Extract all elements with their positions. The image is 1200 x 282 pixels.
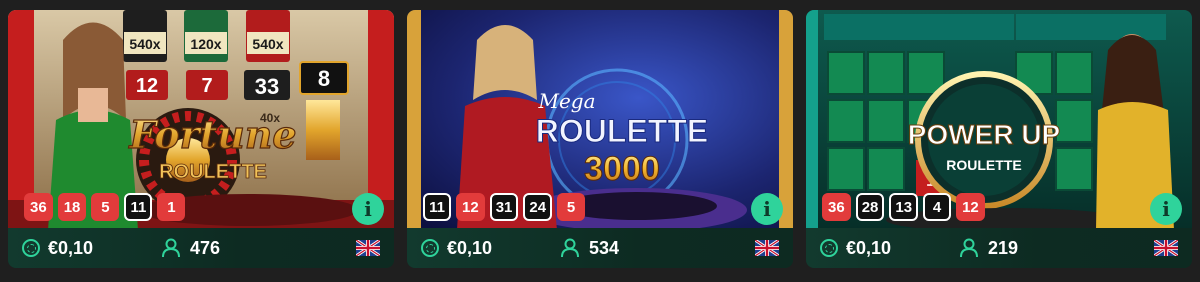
info-icon[interactable]: i [1150, 193, 1182, 225]
user-icon [561, 238, 579, 258]
uk-flag-icon [755, 240, 779, 256]
recent-results: 36 28 13 4 12 [822, 193, 985, 221]
game-card-mega-roulette-3000[interactable]: Mega ROULETTE 3000 11 12 31 24 5 i €0,10 [407, 10, 793, 268]
players-value: 476 [190, 237, 221, 258]
result-number: 31 [489, 193, 519, 221]
player-count: 476 [162, 238, 356, 259]
tile-number: 8 [318, 66, 330, 91]
result-number: 5 [557, 193, 586, 221]
result-number: 12 [456, 193, 485, 221]
recent-results: 36 18 5 11 1 [24, 193, 186, 221]
recent-results: 11 12 31 24 5 [423, 193, 586, 221]
game-logo-title: POWER UP [908, 119, 1060, 150]
result-number: 12 [956, 193, 985, 221]
card-footer: €0,10 476 [8, 228, 394, 268]
player-count: 219 [960, 238, 1154, 259]
game-card-fortune-roulette[interactable]: 540x 120x 540x 12 7 33 8 40x Fortune ROU… [8, 10, 394, 268]
info-icon[interactable]: i [352, 193, 384, 225]
result-number: 1 [157, 193, 186, 221]
result-number: 24 [523, 193, 553, 221]
multiplier-label: 540x [252, 36, 283, 52]
result-number: 11 [423, 193, 451, 221]
uk-flag-icon [1154, 240, 1178, 256]
chip-icon [421, 239, 439, 257]
game-logo-subtitle: ROULETTE [946, 157, 1021, 173]
multiplier-label: 120x [190, 36, 221, 52]
info-icon[interactable]: i [751, 193, 783, 225]
user-icon [960, 238, 978, 258]
chip-icon [820, 239, 838, 257]
result-number: 4 [923, 193, 952, 221]
players-value: 219 [988, 237, 1019, 258]
game-tiles-row: 540x 120x 540x 12 7 33 8 40x Fortune ROU… [0, 0, 1200, 282]
uk-flag-icon [356, 240, 380, 256]
game-logo-subtitle: ROULETTE [159, 161, 267, 183]
stake-info: €0,10 [820, 238, 960, 259]
stake-info: €0,10 [421, 238, 561, 259]
result-number: 36 [24, 193, 53, 221]
chip-icon [22, 239, 40, 257]
min-stake: €0,10 [447, 237, 493, 258]
player-count: 534 [561, 238, 755, 259]
multiplier-label: 540x [129, 36, 160, 52]
tile-number: 7 [201, 75, 212, 97]
result-number: 36 [822, 193, 851, 221]
user-icon [162, 238, 180, 258]
game-card-power-up-roulette[interactable]: 19 POWER UP ROULETTE 36 28 13 4 12 i [806, 10, 1192, 268]
result-number: 18 [57, 193, 87, 221]
tile-number: 33 [255, 74, 279, 99]
card-footer: €0,10 534 [407, 228, 793, 268]
game-logo-title: Fortune [128, 112, 296, 157]
min-stake: €0,10 [48, 237, 94, 258]
players-value: 534 [589, 237, 620, 258]
result-number: 13 [889, 193, 919, 221]
stake-info: €0,10 [22, 238, 162, 259]
min-stake: €0,10 [846, 237, 892, 258]
result-number: 28 [855, 193, 885, 221]
result-number: 5 [91, 193, 120, 221]
card-footer: €0,10 219 [806, 228, 1192, 268]
game-logo-number: 3000 [584, 150, 660, 188]
game-logo-title: ROULETTE [536, 113, 708, 149]
game-logo-prefix: Mega [537, 89, 595, 113]
tile-number: 12 [136, 75, 158, 97]
result-number: 11 [124, 193, 153, 221]
